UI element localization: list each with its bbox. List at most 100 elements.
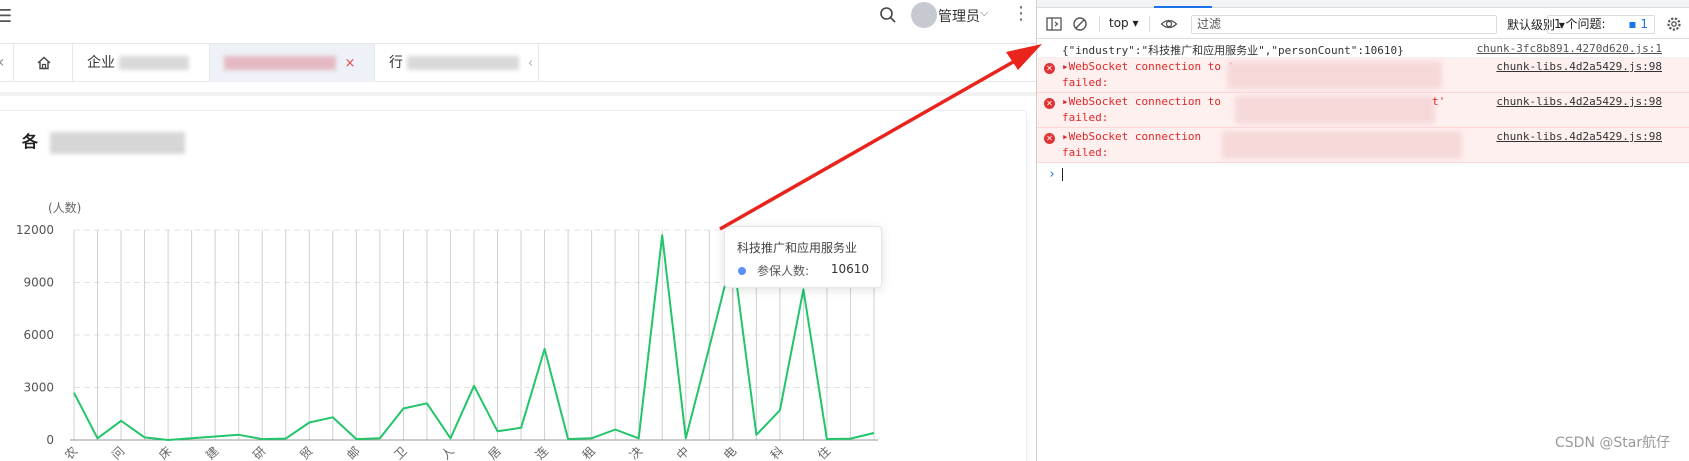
data-point xyxy=(872,431,876,435)
x-tick-label: 研 xyxy=(250,444,268,461)
console-log-row[interactable]: {"industry":"科技推广和应用服务业","personCount":1… xyxy=(1037,40,1689,58)
data-point xyxy=(637,436,641,440)
console-error-row[interactable]: ✕ ▸WebSocket connection failed: chunk-li… xyxy=(1037,128,1689,163)
data-point xyxy=(590,436,594,440)
data-point xyxy=(754,433,758,437)
tabs-scroll-right-icon[interactable]: » xyxy=(1010,52,1019,68)
data-point xyxy=(331,415,335,419)
chevron-down-icon[interactable]: ⌵ xyxy=(980,6,988,20)
tooltip-marker xyxy=(738,267,746,275)
x-tick-label: 科 xyxy=(768,444,786,461)
data-point xyxy=(519,426,523,430)
clear-console-icon[interactable] xyxy=(1071,15,1089,33)
console-error-row[interactable]: ✕ ▸WebSocket connection to ' failed: chu… xyxy=(1037,58,1689,93)
data-point xyxy=(425,401,429,405)
error-message: ▸WebSocket connection to ' xyxy=(1062,60,1235,73)
error-message-text: WebSocket connection to ' xyxy=(1068,60,1235,73)
x-tick-label: 决 xyxy=(627,444,645,461)
console-prompt[interactable]: › xyxy=(1037,163,1689,185)
data-point xyxy=(660,233,664,237)
data-point xyxy=(213,435,217,439)
issues-label: 1 个问题: xyxy=(1554,17,1606,31)
separator xyxy=(1149,16,1150,32)
devtools-panel: top ▾ 过滤 默认级别 ▾ 1 个问题: ▪ 1 {"industry":"… xyxy=(1036,0,1689,461)
y-axis-title: (人数) xyxy=(48,200,81,215)
x-tick-label: 床 xyxy=(156,444,174,461)
x-tick-label: 中 xyxy=(673,443,692,461)
tab-active[interactable]: × xyxy=(210,44,375,82)
error-message-line2: failed: xyxy=(1062,111,1109,124)
data-point xyxy=(848,437,852,441)
devtools-tab-strip xyxy=(1037,0,1689,8)
close-icon[interactable]: ‹ xyxy=(528,56,533,71)
tab-home[interactable] xyxy=(13,44,73,82)
sidebar-toggle-icon[interactable] xyxy=(1045,15,1063,33)
divider xyxy=(0,92,1036,96)
x-tick-label: 问 xyxy=(109,444,127,461)
data-point xyxy=(472,384,476,388)
data-point xyxy=(613,428,617,432)
data-point xyxy=(96,436,100,440)
log-message: {"industry":"科技推广和应用服务业","personCount":1… xyxy=(1062,44,1404,57)
filter-input[interactable]: 过滤 xyxy=(1191,15,1497,34)
source-link[interactable]: chunk-libs.4d2a5429.js:98 xyxy=(1496,130,1662,143)
x-tick-label: 租 xyxy=(580,444,598,461)
separator xyxy=(1099,16,1100,32)
error-icon: ✕ xyxy=(1044,133,1055,144)
gear-icon[interactable] xyxy=(1665,15,1683,33)
error-message-text: WebSocket connection to xyxy=(1068,95,1221,108)
chart-tooltip: 科技推广和应用服务业 参保人数: 10610 xyxy=(724,226,882,288)
issues-count: ▪ 1 xyxy=(1628,17,1648,31)
home-icon xyxy=(37,56,51,70)
error-message-tail: t' xyxy=(1432,95,1446,108)
app-panel: ☰ 管理员 ⌵ ⋮ ‹ 企业 × 行 ‹ xyxy=(0,0,1036,461)
error-message-line2: failed: xyxy=(1062,76,1109,89)
card-title-text: 各 xyxy=(22,132,39,151)
data-point xyxy=(496,429,500,433)
error-icon: ✕ xyxy=(1044,98,1055,109)
x-tick-label: 卫 xyxy=(391,444,409,461)
eye-icon[interactable] xyxy=(1160,15,1178,33)
card-title: 各 xyxy=(22,128,185,154)
source-link[interactable]: chunk-3fc8b891.4270d620.js:1 xyxy=(1477,42,1662,55)
search-icon[interactable] xyxy=(878,5,898,25)
more-vertical-icon[interactable]: ⋮ xyxy=(1012,3,1030,24)
data-point xyxy=(260,437,264,441)
redacted-text xyxy=(407,56,520,70)
console-output: {"industry":"科技推广和应用服务业","personCount":1… xyxy=(1037,40,1689,185)
context-select[interactable]: top ▾ xyxy=(1109,16,1139,30)
issues-count-value: 1 xyxy=(1640,17,1648,31)
x-tick-label: 连 xyxy=(532,443,551,461)
hamburger-menu-icon[interactable]: ☰ xyxy=(0,6,12,27)
y-tick-label: 3000 xyxy=(23,381,54,395)
tab-industry[interactable]: 行 ‹ xyxy=(375,44,539,82)
error-message: ▸WebSocket connection xyxy=(1062,130,1202,143)
redacted-text xyxy=(119,56,190,70)
redacted-text xyxy=(1227,61,1442,89)
data-point xyxy=(72,391,76,395)
redacted-text xyxy=(224,56,336,70)
y-tick-label: 0 xyxy=(46,433,54,447)
data-point xyxy=(190,436,194,440)
tabs-scroll-left-icon[interactable]: ‹ xyxy=(0,52,4,71)
console-error-row[interactable]: ✕ ▸WebSocket connection to failed: t' ch… xyxy=(1037,93,1689,128)
user-name[interactable]: 管理员 xyxy=(938,6,980,26)
data-point xyxy=(237,433,241,437)
text-cursor xyxy=(1062,168,1063,181)
data-point xyxy=(778,408,782,412)
tooltip-series-name: 参保人数: xyxy=(757,264,810,278)
source-link[interactable]: chunk-libs.4d2a5429.js:98 xyxy=(1496,60,1662,73)
tab-label: 企业 xyxy=(87,55,115,71)
data-point xyxy=(143,435,147,439)
source-link[interactable]: chunk-libs.4d2a5429.js:98 xyxy=(1496,95,1662,108)
data-point xyxy=(166,438,170,442)
avatar[interactable] xyxy=(911,2,937,28)
y-tick-label: 9000 xyxy=(23,276,54,290)
close-icon[interactable]: × xyxy=(344,56,355,71)
data-point xyxy=(801,288,805,292)
x-tick-label: 电 xyxy=(721,444,739,461)
error-message-line2: failed: xyxy=(1062,146,1109,159)
issues-button[interactable]: 1 个问题: ▪ 1 xyxy=(1547,15,1655,34)
y-tick-label: 12000 xyxy=(16,223,54,237)
tab-enterprise[interactable]: 企业 xyxy=(73,44,210,82)
